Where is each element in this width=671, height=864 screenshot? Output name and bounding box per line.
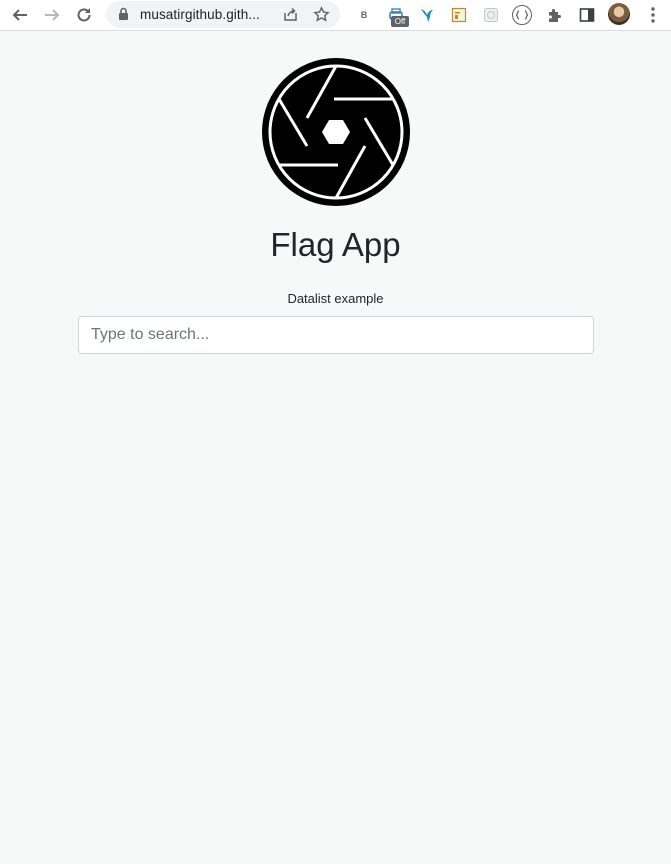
page-title: Flag App [270,226,401,263]
search-input[interactable] [78,316,594,354]
extension-off-badge: Off [391,16,409,27]
arrow-right-icon [45,9,60,21]
bird-icon [421,9,433,22]
kebab-menu-icon [651,7,655,23]
profile-avatar[interactable] [608,3,630,25]
bookmark-star-icon[interactable] [313,6,330,23]
puzzle-piece-icon [548,8,561,22]
camera-aperture-icon [262,58,410,206]
back-button[interactable] [7,3,33,27]
side-panel-icon [579,8,595,22]
extensions-button[interactable] [544,5,564,25]
extension-grid-icon[interactable] [481,5,501,25]
reload-icon [77,8,91,22]
lock-icon [119,7,128,20]
extension-code-icon[interactable] [512,5,532,25]
url-text: musatirgithub.gith... [140,7,260,22]
share-icon[interactable] [282,6,299,23]
note-icon [451,7,467,23]
extension-bird-icon[interactable] [417,5,437,25]
browser-menu-button[interactable] [643,5,663,25]
arrow-left-icon [12,9,27,21]
forward-button[interactable] [39,3,65,27]
extension-b-icon[interactable]: B [354,5,374,25]
browser-toolbar: musatirgithub.gith... B Off [0,0,671,31]
address-bar[interactable]: musatirgithub.gith... [106,1,340,28]
extension-note-icon[interactable] [449,5,469,25]
grid-icon [484,8,498,22]
side-panel-button[interactable] [577,5,597,25]
datalist-label: Datalist example [287,291,384,306]
code-braces-icon [515,10,529,20]
reload-button[interactable] [71,3,97,27]
